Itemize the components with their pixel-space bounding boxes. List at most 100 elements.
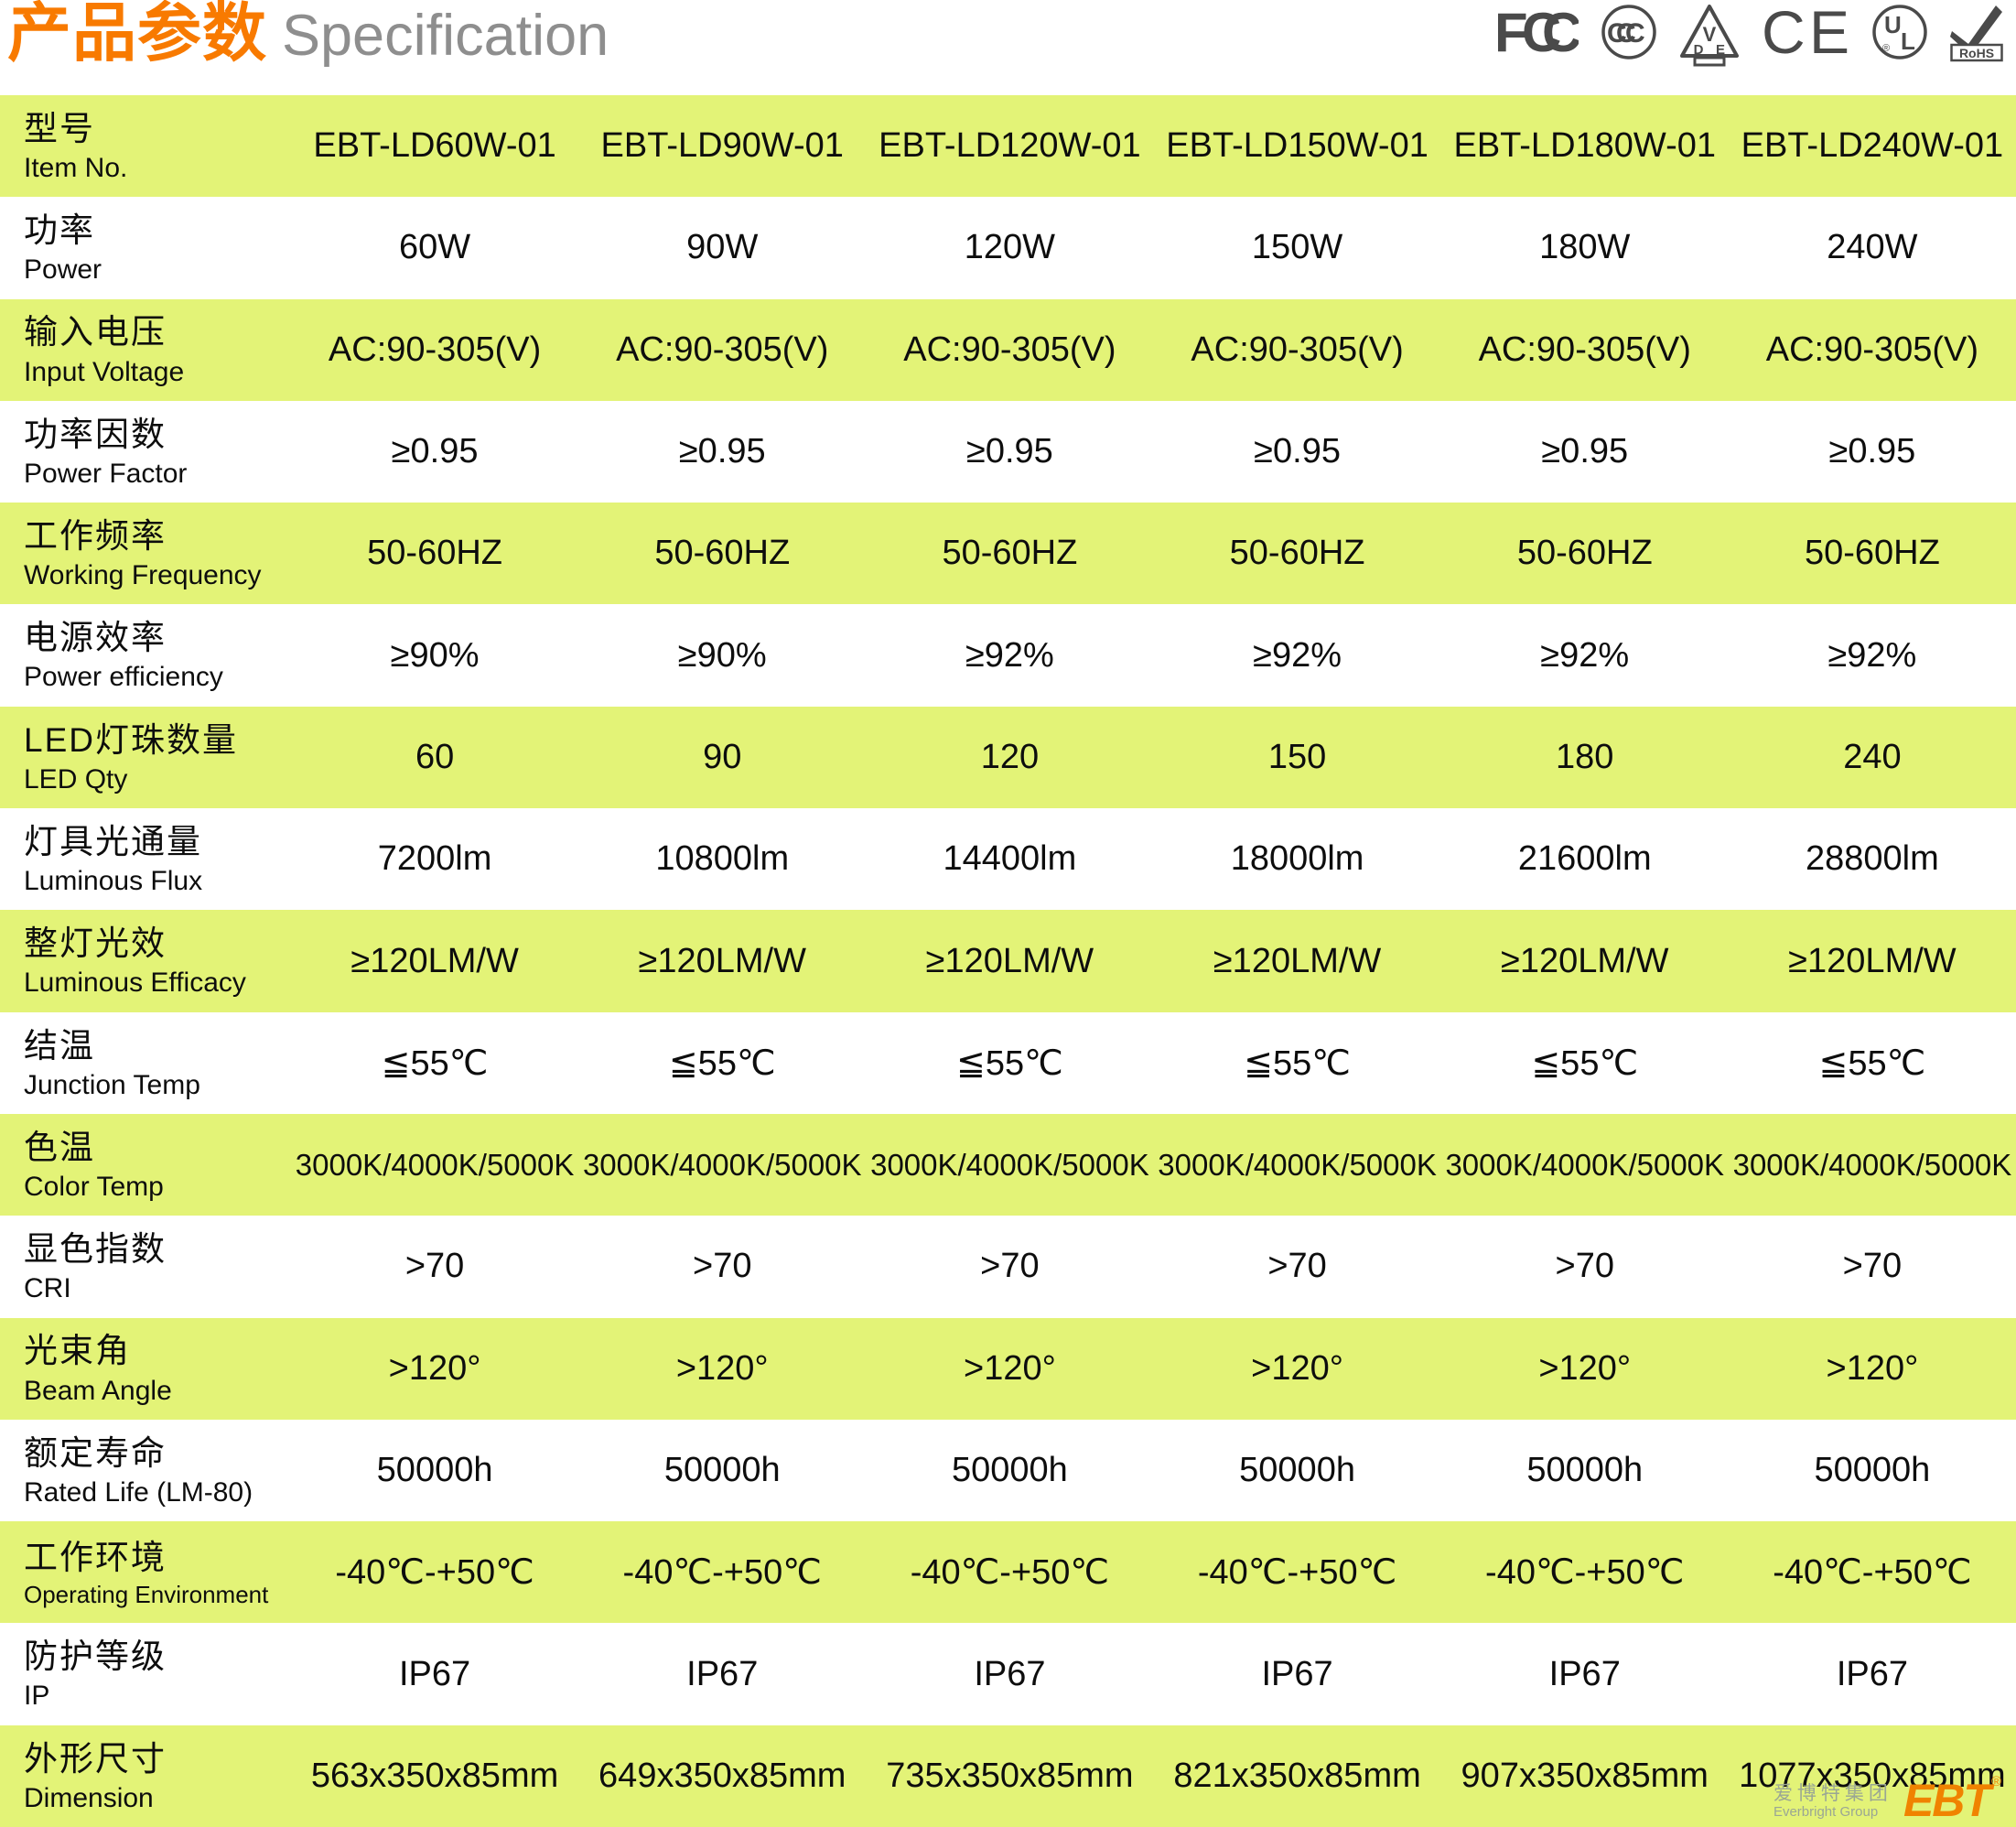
row-label: 工作环境Operating Environment — [0, 1536, 291, 1610]
spec-value-cell: IP67 — [1729, 1655, 2016, 1694]
spec-value-cell: -40℃-+50℃ — [1729, 1551, 2016, 1593]
spec-value-cell: ≥0.95 — [1441, 432, 1729, 471]
svg-text:C: C — [1762, 4, 1806, 60]
spec-value-cell: >70 — [1441, 1247, 1729, 1286]
spec-value-cell: 50-60HZ — [1441, 534, 1729, 573]
row-label: 光束角Beam Angle — [0, 1329, 291, 1408]
spec-value-cell: ≥120LM/W — [1729, 942, 2016, 981]
spec-value-cell: 28800lm — [1729, 839, 2016, 879]
spec-value-cell: IP67 — [578, 1655, 866, 1694]
row-label-cn: 工作频率 — [24, 514, 291, 558]
spec-value-cell: 7200lm — [291, 839, 578, 879]
row-label-cn: 型号 — [24, 107, 291, 151]
row-label-cn: 电源效率 — [24, 616, 291, 660]
certification-icons: F C C C C C V D E C E — [1494, 4, 2003, 68]
spec-value-cell: 3000K/4000K/5000K — [1153, 1148, 1440, 1183]
spec-value-cell: EBT-LD240W-01 — [1729, 126, 2016, 166]
spec-value-cell: 150 — [1153, 738, 1440, 777]
spec-value-cell: >120° — [291, 1349, 578, 1389]
spec-value-cell: 50-60HZ — [1729, 534, 2016, 573]
spec-value-cell: 50-60HZ — [1153, 534, 1440, 573]
spec-value-cell: AC:90-305(V) — [1729, 330, 2016, 370]
svg-text:L: L — [1901, 27, 1915, 55]
spec-value-cell: 3000K/4000K/5000K — [866, 1148, 1153, 1183]
row-label-cn: 功率 — [24, 209, 291, 253]
spec-value-cell: IP67 — [866, 1655, 1153, 1694]
spec-value-cell: >120° — [578, 1349, 866, 1389]
row-label-cn: 光束角 — [24, 1329, 291, 1373]
spec-value-cell: 50000h — [578, 1451, 866, 1490]
spec-value-cell: 735x350x85mm — [866, 1757, 1153, 1796]
spec-value-cell: AC:90-305(V) — [866, 330, 1153, 370]
spec-value-cell: ≦55℃ — [291, 1043, 578, 1084]
company-name-cn: 爱博特集团 — [1773, 1783, 1892, 1804]
spec-value-cell: -40℃-+50℃ — [866, 1551, 1153, 1593]
fcc-icon: F C C — [1494, 4, 1579, 60]
spec-value-cell: ≥120LM/W — [866, 942, 1153, 981]
spec-value-cell: 50000h — [291, 1451, 578, 1490]
spec-value-cell: EBT-LD90W-01 — [578, 126, 866, 166]
svg-text:U: U — [1884, 11, 1902, 38]
row-label: LED灯珠数量LED Qty — [0, 719, 291, 797]
ebt-logo: EBT ® — [1903, 1781, 2001, 1821]
table-row: 色温Color Temp3000K/4000K/5000K3000K/4000K… — [0, 1114, 2016, 1216]
table-row: 电源效率Power efficiency≥90%≥90%≥92%≥92%≥92%… — [0, 604, 2016, 706]
svg-text:D: D — [1694, 42, 1704, 58]
spec-value-cell: 50000h — [866, 1451, 1153, 1490]
spec-value-cell: 90 — [578, 738, 866, 777]
spec-value-cell: ≥120LM/W — [291, 942, 578, 981]
spec-value-cell: IP67 — [1153, 1655, 1440, 1694]
spec-value-cell: 120 — [866, 738, 1153, 777]
vde-icon: V D E — [1679, 4, 1740, 68]
spec-value-cell: 50000h — [1441, 1451, 1729, 1490]
page-title: 产品参数 Specification — [7, 0, 609, 67]
row-label: 工作频率Working Frequency — [0, 514, 291, 593]
spec-value-cell: ≥0.95 — [291, 432, 578, 471]
spec-value-cell: >120° — [1441, 1349, 1729, 1389]
spec-value-cell: 3000K/4000K/5000K — [291, 1148, 578, 1183]
spec-value-cell: 240 — [1729, 738, 2016, 777]
spec-value-cell: >70 — [291, 1247, 578, 1286]
spec-value-cell: EBT-LD60W-01 — [291, 126, 578, 166]
table-row: 整灯光效Luminous Efficacy≥120LM/W≥120LM/W≥12… — [0, 910, 2016, 1011]
spec-value-cell: 3000K/4000K/5000K — [1441, 1148, 1729, 1183]
spec-value-cell: 60 — [291, 738, 578, 777]
svg-text:E: E — [1809, 4, 1849, 60]
svg-text:C: C — [1542, 4, 1579, 60]
row-label-en: Dimension — [24, 1781, 291, 1816]
row-label-en: Power Factor — [24, 457, 291, 492]
spec-value-cell: 180 — [1441, 738, 1729, 777]
spec-value-cell: AC:90-305(V) — [291, 330, 578, 370]
row-label-en: CRI — [24, 1271, 291, 1306]
row-label-cn: 功率因数 — [24, 413, 291, 457]
spec-value-cell: ≥92% — [1729, 636, 2016, 676]
ul-icon: U L ® — [1871, 4, 1928, 64]
row-label-cn: 结温 — [24, 1024, 291, 1068]
row-label: 功率因数Power Factor — [0, 413, 291, 492]
company-name: 爱博特集团 Everbright Group — [1773, 1783, 1892, 1820]
spec-value-cell: >120° — [1153, 1349, 1440, 1389]
page-title-en: Specification — [282, 6, 609, 67]
spec-value-cell: >70 — [1729, 1247, 2016, 1286]
row-label-cn: 外形尺寸 — [24, 1737, 291, 1781]
company-name-en: Everbright Group — [1773, 1805, 1892, 1821]
table-row: LED灯珠数量LED Qty6090120150180240 — [0, 707, 2016, 808]
spec-value-cell: 120W — [866, 228, 1153, 267]
spec-value-cell: ≥92% — [1153, 636, 1440, 676]
row-label: 功率Power — [0, 209, 291, 287]
spec-value-cell: 649x350x85mm — [578, 1757, 866, 1796]
row-label-en: Working Frequency — [24, 558, 291, 593]
svg-text:E: E — [1716, 42, 1725, 58]
row-label: 整灯光效Luminous Efficacy — [0, 922, 291, 1000]
spec-value-cell: 21600lm — [1441, 839, 1729, 879]
row-label: 防护等级IP — [0, 1635, 291, 1713]
row-label-en: Power efficiency — [24, 660, 291, 695]
table-row: 显色指数CRI>70>70>70>70>70>70 — [0, 1216, 2016, 1317]
spec-value-cell: ≥0.95 — [1729, 432, 2016, 471]
spec-value-cell: >70 — [1153, 1247, 1440, 1286]
spec-value-cell: ≦55℃ — [1441, 1043, 1729, 1084]
row-label-en: Power — [24, 253, 291, 287]
svg-text:C: C — [1625, 18, 1645, 49]
spec-value-cell: >120° — [866, 1349, 1153, 1389]
spec-value-cell: 90W — [578, 228, 866, 267]
